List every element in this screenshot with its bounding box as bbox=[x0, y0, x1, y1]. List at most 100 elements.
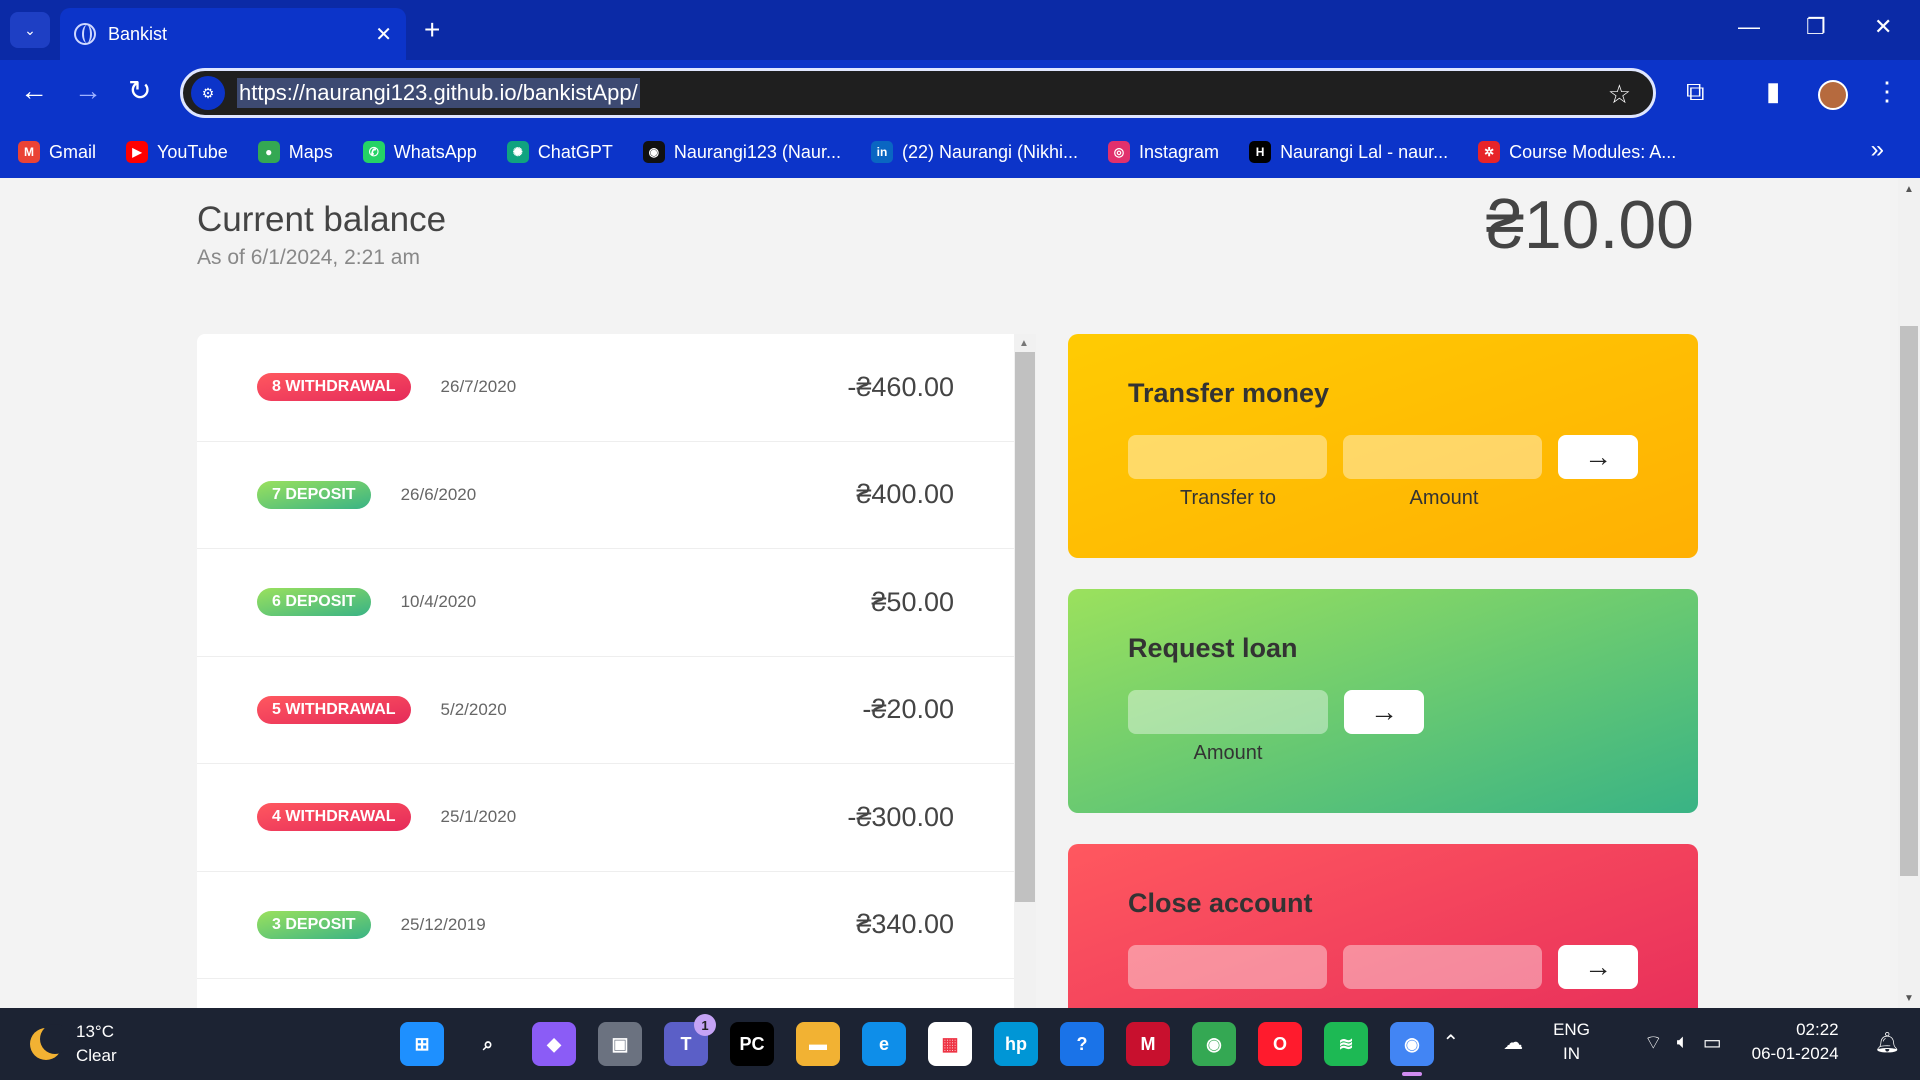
task-view-icon[interactable]: ▣ bbox=[598, 1022, 642, 1066]
myhp-icon[interactable]: hp bbox=[994, 1022, 1038, 1066]
bookmark-item[interactable]: M Gmail bbox=[18, 141, 96, 163]
bookmark-label: Naurangi Lal - naur... bbox=[1280, 141, 1449, 162]
close-tab-icon[interactable]: ✕ bbox=[375, 22, 392, 47]
notifications-bell-icon[interactable]: 🔔︎ bbox=[1875, 1030, 1900, 1055]
confirm-pin-input[interactable] bbox=[1343, 945, 1543, 989]
transfer-money-panel: Transfer money → Transfer to Amount bbox=[1068, 334, 1698, 558]
page-scrollbar[interactable]: ▲ ▼ bbox=[1898, 178, 1920, 1008]
movement-value: ₴340.00 bbox=[856, 909, 954, 940]
reload-button[interactable]: ↻ bbox=[128, 76, 151, 106]
edge-icon[interactable]: e bbox=[862, 1022, 906, 1066]
balance-label: Current balance bbox=[197, 200, 447, 239]
movement-date: 5/2/2020 bbox=[440, 699, 507, 719]
spotify-icon[interactable]: ≋ bbox=[1324, 1022, 1368, 1066]
movement-value: -₴300.00 bbox=[847, 801, 954, 832]
transfer-amount-input[interactable] bbox=[1343, 435, 1543, 479]
clock-time: 02:22 bbox=[1796, 1020, 1839, 1039]
bookmark-label: ChatGPT bbox=[537, 141, 613, 162]
search-icon[interactable]: ⌕ bbox=[466, 1022, 510, 1066]
profile-avatar[interactable] bbox=[1818, 80, 1848, 110]
copilot-icon[interactable]: ◆ bbox=[532, 1022, 576, 1066]
movement-type-badge: 8 withdrawal bbox=[257, 373, 411, 402]
show-hidden-icons[interactable]: ⌃ bbox=[1442, 1030, 1459, 1055]
minimize-button[interactable]: — bbox=[1738, 14, 1760, 40]
weather-widget[interactable]: 13°C Clear bbox=[30, 1020, 117, 1068]
movement-value: -₴460.00 bbox=[847, 371, 954, 402]
new-tab-button[interactable]: + bbox=[424, 12, 440, 48]
language-indicator[interactable]: ENG IN bbox=[1553, 1018, 1590, 1066]
back-button[interactable]: ← bbox=[20, 76, 48, 106]
bookmark-item[interactable]: ✲ Course Modules: A... bbox=[1478, 141, 1676, 163]
onedrive-icon[interactable]: ☁ bbox=[1503, 1030, 1523, 1055]
pycharm-icon[interactable]: PC bbox=[730, 1022, 774, 1066]
start-icon[interactable]: ⊞ bbox=[400, 1022, 444, 1066]
movements-scroll-thumb[interactable] bbox=[1015, 352, 1035, 902]
tab-search-button[interactable]: ⌄ bbox=[10, 12, 50, 48]
movement-type-badge: 4 withdrawal bbox=[257, 803, 411, 832]
bookmark-item[interactable]: ✆ WhatsApp bbox=[362, 141, 477, 163]
wifi-icon[interactable]: ⌔ bbox=[1644, 1030, 1663, 1055]
more-bookmarks-icon[interactable]: » bbox=[1871, 136, 1884, 164]
loan-submit-button[interactable]: → bbox=[1344, 690, 1424, 734]
loan-amount-label: Amount bbox=[1193, 742, 1263, 764]
side-panel-icon[interactable]: ▮ bbox=[1766, 76, 1780, 107]
bookmark-label: Maps bbox=[288, 141, 333, 162]
menu-icon[interactable]: ⋮ bbox=[1874, 76, 1900, 107]
restore-button[interactable]: ❐ bbox=[1806, 14, 1826, 40]
language-code: ENG bbox=[1553, 1020, 1590, 1039]
scroll-up-icon[interactable]: ▲ bbox=[1904, 184, 1914, 195]
loan-amount-input[interactable] bbox=[1128, 690, 1328, 734]
bookmark-item[interactable]: ◎ Instagram bbox=[1108, 141, 1219, 163]
transfer-to-label: Transfer to bbox=[1180, 487, 1276, 509]
movement-row: 3 deposit 25/12/2019 ₴340.00 bbox=[197, 872, 1014, 979]
store-icon[interactable]: ▦ bbox=[928, 1022, 972, 1066]
balance-date: As of 6/1/2024, 2:21 am bbox=[197, 246, 420, 269]
bookmark-item[interactable]: H Naurangi Lal - naur... bbox=[1249, 141, 1448, 163]
help-icon[interactable]: ? bbox=[1060, 1022, 1104, 1066]
teams-icon[interactable]: T1 bbox=[664, 1014, 716, 1066]
battery-icon[interactable]: ▭ bbox=[1703, 1030, 1722, 1055]
system-tray: ⌃ ☁ ENG IN ⌔ 🔈︎ ▭ 02:22 06-01-2024 🔔︎ bbox=[1428, 1018, 1900, 1066]
bookmark-item[interactable]: ◉ Naurangi123 (Naur... bbox=[642, 141, 841, 163]
close-submit-button[interactable]: → bbox=[1558, 945, 1639, 989]
clock[interactable]: 02:22 06-01-2024 bbox=[1752, 1018, 1839, 1066]
address-bar[interactable]: ⚙ https://naurangi123.github.io/bankistA… bbox=[180, 68, 1656, 118]
browser-tab[interactable]: Bankist ✕ bbox=[60, 8, 406, 60]
maps-icon: ● bbox=[257, 141, 280, 163]
moon-icon bbox=[30, 1024, 70, 1060]
bookmark-item[interactable]: ▶ YouTube bbox=[126, 141, 228, 163]
bookmark-item[interactable]: in (22) Naurangi (Nikhi... bbox=[870, 141, 1078, 163]
movements-scrollbar[interactable]: ▲ bbox=[1014, 334, 1036, 1008]
scroll-down-icon[interactable]: ▼ bbox=[1904, 993, 1914, 1004]
page-scroll-thumb[interactable] bbox=[1900, 326, 1918, 876]
close-window-button[interactable]: ✕ bbox=[1874, 14, 1892, 40]
globe-icon bbox=[74, 23, 96, 45]
file-explorer-icon[interactable]: ▬ bbox=[796, 1022, 840, 1066]
mcafee-icon[interactable]: M bbox=[1126, 1022, 1170, 1066]
bookmark-label: Instagram bbox=[1139, 141, 1220, 162]
site-info-icon[interactable]: ⚙ bbox=[191, 76, 225, 110]
teams-notification-badge: 1 bbox=[694, 1014, 716, 1036]
clock-date: 06-01-2024 bbox=[1751, 1044, 1839, 1063]
url-text[interactable]: https://naurangi123.github.io/bankistApp… bbox=[237, 78, 640, 108]
weather-temp: 13°C bbox=[76, 1022, 114, 1041]
volume-icon[interactable]: 🔈︎ bbox=[1677, 1031, 1689, 1054]
chrome-icon[interactable]: ◉ bbox=[1192, 1022, 1236, 1066]
extensions-icon[interactable]: ⧉ bbox=[1686, 76, 1705, 108]
bookmark-star-icon[interactable]: ☆ bbox=[1608, 79, 1631, 110]
opera-icon[interactable]: O bbox=[1258, 1022, 1302, 1066]
scroll-up-icon[interactable]: ▲ bbox=[1019, 338, 1029, 349]
transfer-submit-button[interactable]: → bbox=[1558, 435, 1639, 479]
transfer-to-input[interactable] bbox=[1128, 435, 1328, 479]
balance-value: ₴10.00 bbox=[1486, 187, 1694, 263]
gmail-icon: M bbox=[18, 141, 40, 163]
forward-button[interactable]: → bbox=[74, 76, 102, 106]
movement-row: 8 withdrawal 26/7/2020 -₴460.00 bbox=[197, 334, 1014, 442]
bookmark-item[interactable]: ● Maps bbox=[257, 141, 333, 163]
request-loan-panel: Request loan → Amount bbox=[1068, 589, 1698, 813]
confirm-user-input[interactable] bbox=[1128, 945, 1328, 989]
movements-list[interactable]: 8 withdrawal 26/7/2020 -₴460.00 7 deposit 26… bbox=[197, 334, 1014, 1008]
bookmark-label: YouTube bbox=[157, 141, 228, 162]
bookmark-item[interactable]: ✺ ChatGPT bbox=[506, 141, 613, 163]
bookmark-label: WhatsApp bbox=[393, 141, 477, 162]
